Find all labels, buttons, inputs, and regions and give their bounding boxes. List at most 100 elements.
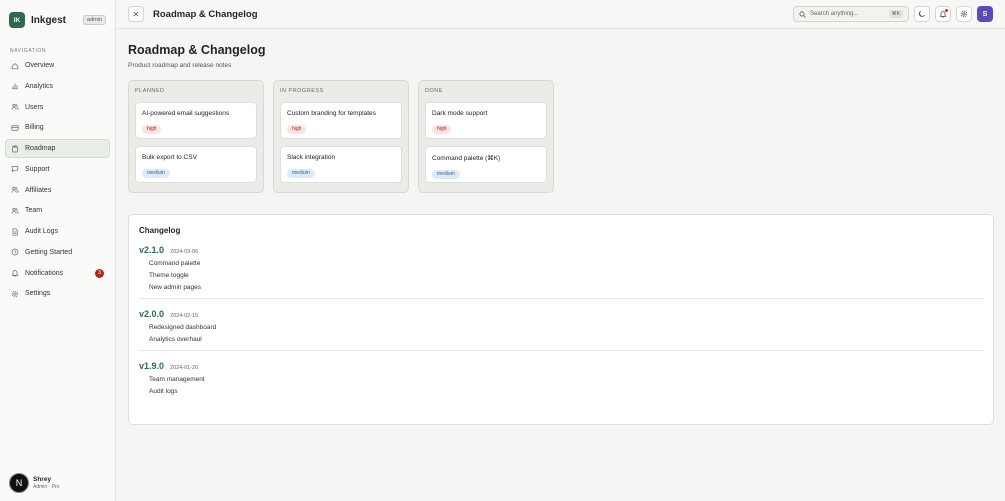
priority-badge: high (142, 124, 162, 134)
card-title: Bulk export to CSV (142, 154, 197, 161)
priority-badge: high (432, 124, 452, 134)
sidebar-item-label: Billing (25, 124, 44, 132)
gear-icon (960, 10, 968, 18)
clock-icon (11, 248, 19, 256)
bar-chart-icon (11, 82, 19, 90)
sidebar-item-affiliates[interactable]: Affiliates (5, 181, 110, 200)
sidebar-item-team[interactable]: Team (5, 201, 110, 220)
priority-badge: medium (142, 168, 170, 178)
release-version: v1.9.0 (139, 361, 165, 371)
sidebar-item-label: Roadmap (25, 145, 56, 152)
search-icon (799, 10, 806, 18)
change-item: Audit logs (149, 388, 178, 395)
roadmap-column: IN PROGRESS Custom branding for templates… (273, 80, 409, 193)
changelog-title: Changelog (139, 226, 181, 235)
topbar: ✕ Roadmap & Changelog Search anything...… (116, 0, 1005, 29)
roadmap-card[interactable]: Command palette (⌘K) medium (425, 146, 547, 183)
theme-toggle-button[interactable] (914, 6, 930, 22)
sidebar-item-settings[interactable]: Settings (5, 284, 110, 303)
credit-card-icon (11, 124, 19, 132)
brand[interactable]: IK Inkgest admin (0, 2, 115, 38)
roadmap-card[interactable]: Custom branding for templates high (280, 102, 402, 139)
user-role: Admin · Pro (33, 484, 60, 490)
roadmap-card[interactable]: AI-powered email suggestions high (135, 102, 257, 139)
sidebar-item-label: Support (25, 165, 50, 173)
release-version: v2.0.0 (139, 309, 165, 319)
notification-dot (945, 9, 948, 12)
change-item: Analytics overhaul (149, 336, 202, 343)
sidebar-item-label: Notifications (25, 269, 64, 277)
column-title: PLANNED (135, 88, 165, 94)
sidebar-item-roadmap[interactable]: Roadmap (5, 139, 110, 158)
change-item: Theme toggle (149, 272, 189, 279)
sidebar-item-support[interactable]: Support (5, 160, 110, 179)
sidebar-item-label: Overview (25, 62, 55, 69)
release-date: 2024-03-06 (170, 249, 199, 255)
release-date: 2024-01-20 (170, 365, 199, 371)
close-icon: ✕ (132, 9, 140, 19)
release-header: v2.0.0 2024-02-15 (139, 299, 983, 319)
sidebar-item-label: Audit Logs (25, 228, 59, 235)
search-input[interactable]: Search anything... ⌘K (793, 6, 909, 22)
column-title: DONE (425, 88, 443, 94)
release-date: 2024-02-15 (170, 313, 199, 319)
sidebar-item-getting-started[interactable]: Getting Started (5, 243, 110, 262)
card-title: Custom branding for templates (287, 110, 376, 117)
page-title: Roadmap & Changelog (128, 43, 266, 57)
settings-button[interactable] (956, 6, 972, 22)
moon-icon (918, 10, 925, 17)
sidebar-item-label: Team (25, 207, 43, 215)
card-title: AI-powered email suggestions (142, 110, 230, 117)
sidebar-item-label: Analytics (25, 82, 54, 90)
change-item: Command palette (149, 260, 201, 267)
column-title: IN PROGRESS (280, 88, 324, 94)
release-entry: v2.1.0 2024-03-06 Command palette Theme tog… (139, 235, 983, 298)
priority-badge: medium (287, 168, 315, 178)
sidebar-item-billing[interactable]: Billing (5, 118, 110, 137)
roadmap-board: PLANNED AI-powered email suggestions high B… (128, 80, 994, 193)
bell-icon (11, 269, 19, 277)
users-icon (11, 207, 19, 215)
roadmap-card[interactable]: Dark mode support high (425, 102, 547, 139)
change-item: Team management (149, 376, 205, 383)
search-placeholder: Search anything... (810, 11, 859, 17)
roadmap-card[interactable]: Bulk export to CSV medium (135, 146, 257, 183)
topbar-title: Roadmap & Changelog (153, 8, 258, 20)
changelog: Changelog v2.1.0 2024-03-06 Command palett… (128, 214, 994, 425)
release-entry: v2.0.0 2024-02-15 Redesigned dashboard Anal… (139, 298, 983, 350)
close-button[interactable]: ✕ (128, 6, 144, 22)
sidebar-item-analytics[interactable]: Analytics (5, 77, 110, 96)
sidebar-item-label: Affiliates (25, 186, 52, 194)
admin-badge: admin (83, 15, 106, 25)
sidebar-item-users[interactable]: Users (5, 98, 110, 117)
release-entry: v1.9.0 2024-01-20 Team management Audit log… (139, 350, 983, 402)
sidebar-item-notifications[interactable]: Notifications 3 (5, 264, 110, 283)
sidebar: IK Inkgest admin NAVIGATION Overview Anal… (0, 0, 116, 501)
user-name: Shrey (33, 476, 52, 483)
nav-heading: NAVIGATION (10, 48, 47, 54)
file-icon (11, 227, 19, 236)
sidebar-item-label: Getting Started (25, 248, 73, 256)
sidebar-item-audit-logs[interactable]: Audit Logs (5, 222, 110, 241)
sidebar-item-label: Settings (25, 290, 51, 298)
shortcut-hint: ⌘K (888, 10, 903, 18)
change-item: New admin pages (149, 284, 202, 291)
sidebar-item-label: Users (25, 103, 44, 111)
release-version: v2.1.0 (139, 245, 165, 255)
notification-count-badge: 3 (95, 268, 104, 278)
sidebar-item-overview[interactable]: Overview (5, 56, 110, 75)
priority-badge: medium (432, 169, 460, 179)
card-title: Command palette (⌘K) (432, 155, 501, 162)
brand-logo: IK (9, 12, 25, 28)
change-item: Redesigned dashboard (149, 324, 217, 331)
roadmap-card[interactable]: Slack integration medium (280, 146, 402, 183)
release-header: v1.9.0 2024-01-20 (139, 351, 983, 371)
avatar: N (9, 473, 29, 493)
release-header: v2.1.0 2024-03-06 (139, 235, 983, 255)
gear-icon (11, 290, 19, 298)
notifications-button[interactable] (935, 6, 951, 22)
user-avatar-button[interactable]: S (977, 6, 993, 22)
user-profile[interactable]: N Shrey Admin · Pro (9, 473, 59, 493)
card-title: Slack integration (287, 154, 336, 161)
priority-badge: high (287, 124, 307, 134)
